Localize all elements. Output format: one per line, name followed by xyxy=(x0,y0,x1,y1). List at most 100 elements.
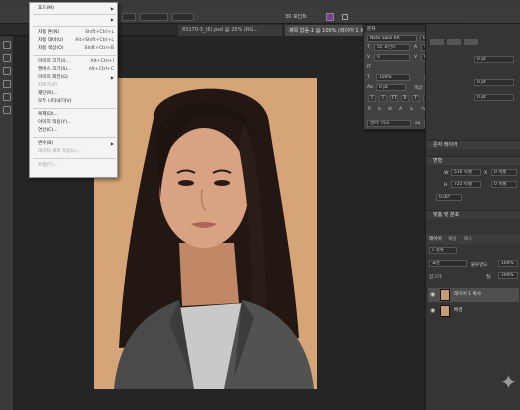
font-size-field[interactable]: 55 포인트 xyxy=(374,44,410,51)
visibility-eye-icon[interactable]: ◉ xyxy=(430,292,436,298)
faux-bold-button[interactable]: T xyxy=(368,95,376,102)
space-before-field[interactable]: 0 pt xyxy=(474,79,514,86)
menu-item-auto-contrast[interactable]: 자동 대비(U) Alt+Shift+Ctrl+L xyxy=(38,38,116,44)
menu-shortcut: Alt+Shift+Ctrl+L xyxy=(75,38,114,43)
properties-panel-title[interactable]: 문자 레이어 xyxy=(426,140,520,149)
menu-item-label: 자동 톤(N) xyxy=(38,30,60,35)
menu-separator xyxy=(33,55,116,56)
marquee-tool-icon[interactable] xyxy=(3,54,11,62)
layer-thumbnail xyxy=(440,289,450,301)
space-after-field[interactable]: 0 pt xyxy=(474,94,514,101)
menu-item-auto-tone[interactable]: 자동 톤(N) Shift+Ctrl+L xyxy=(38,30,116,36)
brush-tool-icon[interactable] xyxy=(3,93,11,101)
move-tool-icon[interactable] xyxy=(3,41,11,49)
align-left-button[interactable] xyxy=(430,39,444,45)
menu-item-image-rotation[interactable]: 이미지 회전(G) ▶ xyxy=(38,75,116,81)
menu-item-calculations[interactable]: 연산(C)... xyxy=(38,128,116,134)
layer-row-background[interactable]: ◉ 배경 xyxy=(428,304,519,318)
align-distribute-label: 맞춤 및 분포 xyxy=(433,212,460,218)
fill-field[interactable]: 100% xyxy=(498,272,518,279)
all-caps-button[interactable]: TT xyxy=(390,95,398,102)
baseline-shift-field[interactable]: 0 pt xyxy=(376,84,406,91)
warp-text-icon[interactable] xyxy=(342,14,348,20)
kerning-field[interactable]: 0 xyxy=(374,54,410,61)
align-distribute-title[interactable]: 맞춤 및 분포 xyxy=(426,210,520,219)
menu-item-label: 이미지 회전(G) xyxy=(38,75,68,80)
menu-item-image-size[interactable]: 이미지 크기(I)... Alt+Ctrl+I xyxy=(38,59,116,65)
indent-field[interactable]: 0 pt xyxy=(474,56,514,63)
menu-item-label: 이미지 적용(Y)... xyxy=(38,120,72,125)
crop-tool-icon[interactable] xyxy=(3,80,11,88)
menu-item-crop[interactable]: 자르기(P) xyxy=(38,83,116,89)
font-family-field[interactable]: Noto Sans KR xyxy=(367,35,417,42)
photoshop-window: 30 포인트 83170-3_(6).psd @ 25% (RG... 제목 없… xyxy=(0,0,520,410)
menu-item-label: 재단(R)... xyxy=(38,91,58,96)
submenu-arrow-icon: ▶ xyxy=(110,75,114,80)
height-field[interactable]: 725 픽셀 xyxy=(451,181,481,188)
x-field[interactable]: 0 픽셀 xyxy=(491,169,517,176)
text-tool-icon[interactable] xyxy=(3,106,11,114)
menu-shortcut: Shift+Ctrl+B xyxy=(84,46,114,51)
menu-item-mode[interactable]: 포드(M) ▶ xyxy=(38,6,116,12)
width-field[interactable]: 516 픽셀 xyxy=(451,169,481,176)
menu-item-reveal-all[interactable]: 모두 나타내기(V) xyxy=(38,99,116,105)
menu-item-trap[interactable]: 트랩(T)... xyxy=(38,163,116,169)
baseline-icon: Aa xyxy=(367,85,373,90)
submenu-arrow-icon: ▶ xyxy=(110,141,114,146)
opacity-field[interactable]: 100% xyxy=(498,260,518,267)
font-style-box[interactable] xyxy=(172,13,194,21)
layer-kind-filter[interactable]: ⌕ 종류 xyxy=(429,247,457,254)
angle-field[interactable]: 0.00° xyxy=(436,194,462,201)
layer-name: 레이어 1 복사 xyxy=(454,292,481,297)
tab-paths[interactable]: 패스 xyxy=(464,236,472,242)
align-center-button[interactable] xyxy=(447,39,461,45)
ligature-icon[interactable]: fi xyxy=(368,107,371,112)
menu-item-label: 데이터 세트 적용(L)... xyxy=(38,149,82,154)
portrait-photo[interactable] xyxy=(94,78,317,389)
text-color-swatch[interactable] xyxy=(326,13,334,21)
align-right-button[interactable] xyxy=(464,39,478,45)
tab-document-1[interactable]: 83170-3_(6).psd @ 25% (RG... xyxy=(178,25,282,36)
small-caps-button[interactable]: Tr xyxy=(401,95,409,102)
tab-channels[interactable]: 채널 xyxy=(448,236,456,242)
superscript-button[interactable]: T' xyxy=(412,95,420,102)
menu-item-apply-image[interactable]: 이미지 적용(Y)... xyxy=(38,120,116,126)
menu-shortcut: Shift+Ctrl+L xyxy=(85,30,114,35)
menu-item-apply-data-set[interactable]: 데이터 세트 적용(L)... xyxy=(38,149,116,155)
scale-vertical-field[interactable]: 100% xyxy=(376,74,410,81)
tool-preset-box[interactable] xyxy=(122,13,136,21)
ordinal-icon[interactable]: a xyxy=(410,107,413,112)
tools-panel xyxy=(0,36,14,410)
blend-mode-select[interactable]: 표준 xyxy=(429,260,467,267)
menu-item-label: 캔버스 크기(S)... xyxy=(38,67,72,72)
menu-shortcut: Alt+Ctrl+C xyxy=(88,67,114,72)
language-field[interactable]: 영어: 미국 xyxy=(367,120,411,127)
menu-item-trim[interactable]: 재단(R)... xyxy=(38,91,116,97)
titling-icon[interactable]: A xyxy=(399,107,402,112)
menu-item-auto-color[interactable]: 자동 색상(O) Shift+Ctrl+B xyxy=(38,46,116,52)
menu-separator xyxy=(33,14,116,15)
menu-item-duplicate[interactable]: 복제(D)... xyxy=(38,112,116,118)
menu-item-adjustments[interactable]: ▶ xyxy=(38,17,116,23)
lasso-tool-icon[interactable] xyxy=(3,67,11,75)
menu-item-variables[interactable]: 변수(B) ▶ xyxy=(38,141,116,147)
font-size-readout[interactable]: 30 포인트 xyxy=(285,13,307,20)
faux-italic-button[interactable]: T xyxy=(379,95,387,102)
y-field[interactable]: 0 픽셀 xyxy=(491,181,517,188)
font-family-box[interactable] xyxy=(140,13,168,21)
menu-separator xyxy=(33,158,116,159)
menu-item-label: 자동 대비(U) xyxy=(38,38,64,43)
leading-icon: A xyxy=(414,45,418,50)
submenu-arrow-icon: ▶ xyxy=(110,6,114,11)
tab-layers[interactable]: 레이어 xyxy=(429,236,442,242)
swash-icon[interactable]: σ xyxy=(378,107,381,112)
right-panel-dock: 0 pt 0 pt 0 pt 문자 레이어 변형 W 516 픽셀 X 0 픽셀… xyxy=(425,24,520,410)
transform-section-title[interactable]: 변형 xyxy=(426,156,520,165)
height-label: H xyxy=(444,183,448,188)
menu-item-canvas-size[interactable]: 캔버스 크기(S)... Alt+Ctrl+C xyxy=(38,67,116,73)
menu-item-label: 연산(C)... xyxy=(38,128,58,133)
stylistic-icon[interactable]: st xyxy=(388,107,392,112)
layer-row-copy[interactable]: ◉ 레이어 1 복사 xyxy=(428,288,519,302)
visibility-eye-icon[interactable]: ◉ xyxy=(430,308,436,314)
menu-item-label: 트랩(T)... xyxy=(38,163,58,168)
